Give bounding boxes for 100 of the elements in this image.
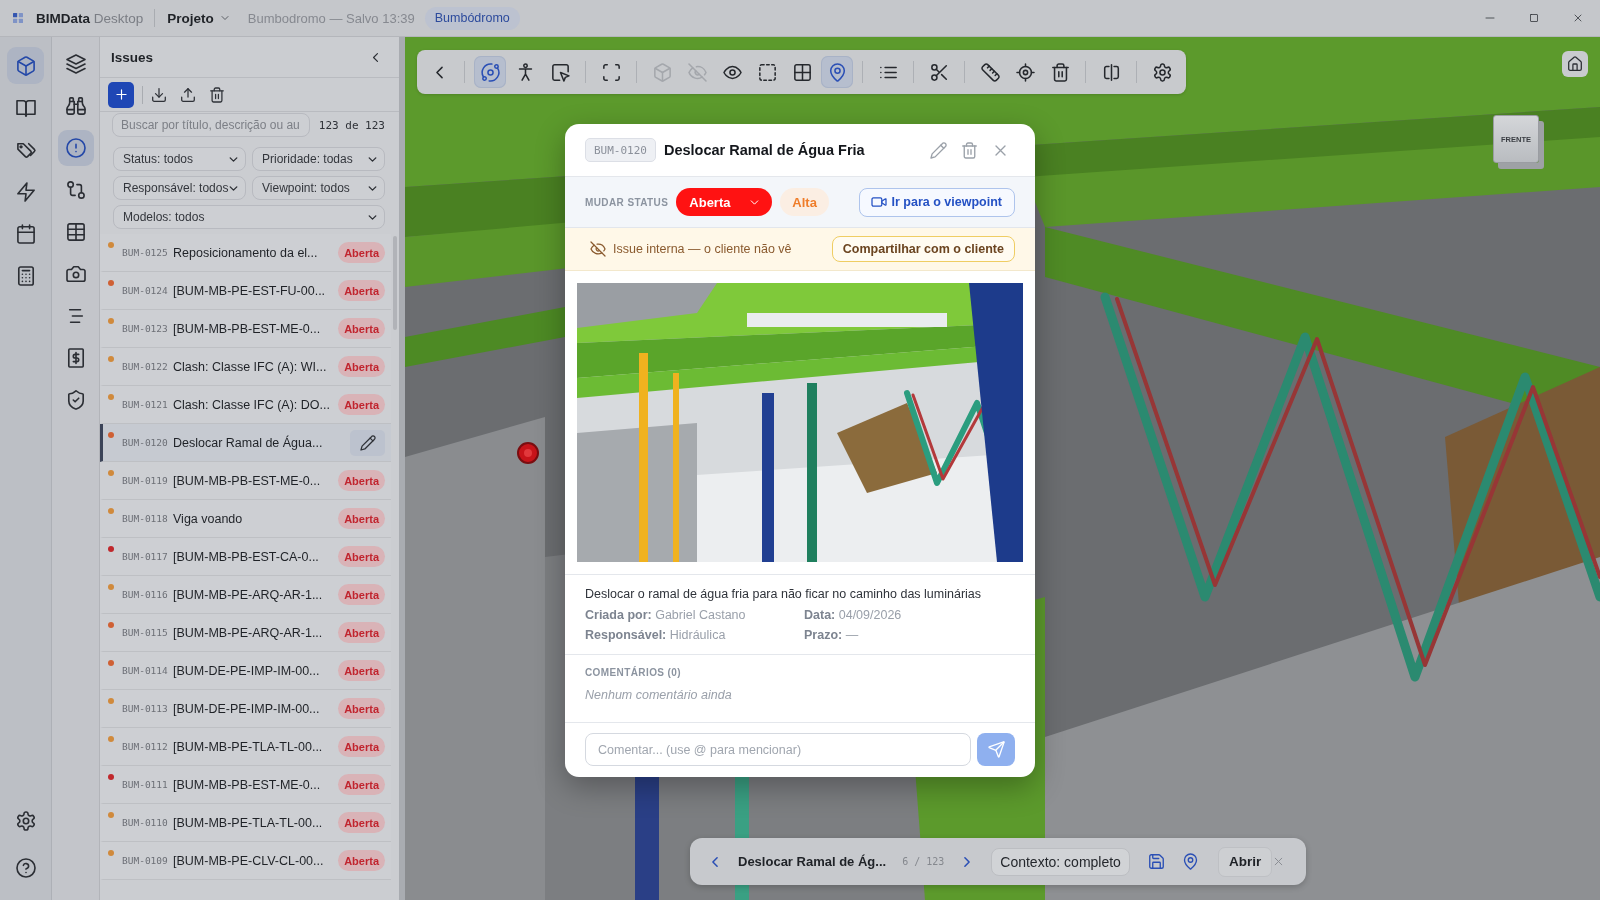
edit-button[interactable] (350, 429, 385, 456)
status-badge: Aberta (338, 584, 385, 605)
filter-select[interactable]: Status: todos (113, 147, 246, 171)
issue-row[interactable]: BUM-0120 Deslocar Ramal de Água... (100, 424, 391, 462)
eye-icon (723, 63, 741, 81)
receipt-dollar-icon (66, 349, 85, 367)
split-view-icon (1102, 63, 1120, 81)
upload-icon[interactable] (181, 87, 195, 102)
issue-title: Reposicionamento da el... (173, 245, 319, 260)
status-badge: Aberta (338, 774, 385, 795)
open-button[interactable]: Abrir (1217, 846, 1273, 877)
issue-title: [BUM-MB-PB-EST-CA-0... (173, 549, 320, 564)
dialog-title: Deslocar Ramal de Água Fria (664, 142, 865, 158)
trash-icon (1051, 63, 1069, 81)
home-icon (1568, 57, 1582, 71)
issue-id: BUM-0111 (122, 779, 168, 790)
pencil-icon[interactable] (931, 142, 946, 158)
help-icon[interactable] (16, 859, 35, 877)
issue-title: Clash: Classe IFC (A): DO... (173, 397, 331, 412)
notice-text: Issue interna — o cliente não vê (613, 242, 792, 256)
status-badge: Aberta (338, 242, 385, 263)
maximize-icon[interactable] (1529, 13, 1539, 23)
issue-id: BUM-0121 (122, 399, 168, 410)
filter-select[interactable]: Responsável: todos (113, 176, 246, 200)
map-pin-icon (828, 63, 846, 81)
save-icon[interactable] (1148, 854, 1164, 869)
empty-comments-text: Nenhum comentário ainda (585, 688, 733, 702)
filter-select[interactable]: Prioridade: todas (252, 147, 385, 171)
priority-badge: Alta (780, 188, 829, 216)
map-pin-icon[interactable] (1182, 854, 1198, 869)
issue-description: Deslocar o ramal de água fria para não ficar no caminho das luminárias (585, 586, 983, 603)
status-badge: Aberta (338, 470, 385, 491)
toolbar-button[interactable] (821, 56, 853, 88)
sidebar-button[interactable] (57, 130, 94, 166)
send-icon (988, 742, 1004, 757)
home-button[interactable] (1562, 51, 1588, 77)
issue-title: [BUM-DE-PE-IMP-IM-00... (173, 663, 321, 678)
issue-id: BUM-0119 (122, 475, 168, 486)
status-badge: Aberta (338, 812, 385, 833)
navigator-title: Deslocar Ramal de Ág... (738, 854, 887, 869)
status-select[interactable]: Aberta (676, 188, 773, 216)
tag-icon (16, 140, 35, 159)
project-menu[interactable]: Projeto (167, 10, 230, 26)
comment-field[interactable]: Comentar... (use @ para mencionar) (585, 733, 971, 766)
issue-id: BUM-0114 (122, 665, 168, 676)
share-button[interactable]: Compartilhar com o cliente (831, 236, 1015, 262)
ruler-icon (981, 63, 999, 81)
download-icon[interactable] (152, 87, 166, 102)
issue-title: [BUM-MB-PB-EST-ME-0... (173, 473, 322, 488)
save-status: Bumbodromo — Salvo 13:39 (247, 10, 415, 26)
alert-circle-icon (66, 139, 85, 157)
toolbar-button[interactable] (474, 56, 506, 88)
issue-id: BUM-0125 (122, 247, 168, 258)
status-badge: Aberta (338, 622, 385, 643)
lightning-icon (16, 182, 35, 201)
issue-id: BUM-0109 (122, 855, 168, 866)
issue-id: BUM-0122 (122, 361, 168, 372)
issue-id: BUM-0118 (122, 513, 168, 524)
calculator-icon (16, 266, 35, 285)
meta-field: Prazo: — (804, 626, 1015, 644)
binoculars-icon (66, 97, 85, 115)
eye-off-icon (688, 63, 706, 81)
status-badge: Aberta (338, 508, 385, 529)
issue-id: BUM-0110 (122, 817, 168, 828)
issue-id: BUM-0112 (122, 741, 168, 752)
pencil-icon (360, 435, 375, 450)
trash-icon[interactable] (210, 87, 224, 102)
status-badge: Aberta (338, 546, 385, 567)
issue-title: [BUM-MB-PE-EST-FU-00... (173, 283, 327, 298)
issue-id: BUM-0116 (122, 589, 168, 600)
status-badge: Aberta (338, 660, 385, 681)
issue-title: [BUM-MB-PE-ARQ-AR-1... (173, 625, 324, 640)
issue-title: Clash: Classe IFC (A): WI... (173, 359, 328, 374)
calendar-icon (16, 224, 35, 243)
viewpoint-button[interactable]: Ir para o viewpoint (858, 187, 1015, 217)
filter-select[interactable]: Modelos: todos (113, 205, 385, 229)
add-button[interactable] (108, 81, 134, 108)
select-cursor-icon (551, 63, 569, 81)
expand-icon (602, 63, 620, 81)
chevron-down-icon (219, 13, 230, 23)
plus-icon (114, 88, 128, 101)
settings-icon[interactable] (16, 812, 35, 830)
issue-id: BUM-0123 (122, 323, 168, 334)
video-camera-icon (871, 195, 886, 209)
context-toggle[interactable]: Contexto: completo (991, 847, 1130, 876)
issue-title: [BUM-DE-PE-IMP-IM-00... (173, 701, 321, 716)
sidebar-button[interactable] (7, 47, 44, 84)
branch-compare-icon (66, 181, 85, 199)
filter-select[interactable]: Viewpoint: todos (252, 176, 385, 200)
issue-id: BUM-0117 (122, 551, 168, 562)
status-badge: Aberta (338, 394, 385, 415)
meta-field: Criada por: Gabriel Castano (585, 606, 804, 624)
cube-icon (653, 63, 671, 81)
grid-logo-icon (13, 13, 23, 23)
issue-title: [BUM-MB-PE-TLA-TL-00... (173, 739, 324, 754)
settings-icon (1153, 63, 1171, 81)
status-badge: Aberta (338, 280, 385, 301)
search-field[interactable]: Buscar por título, descrição ou au (112, 113, 310, 137)
close-icon[interactable] (1573, 13, 1583, 23)
layers-icon (66, 55, 85, 73)
